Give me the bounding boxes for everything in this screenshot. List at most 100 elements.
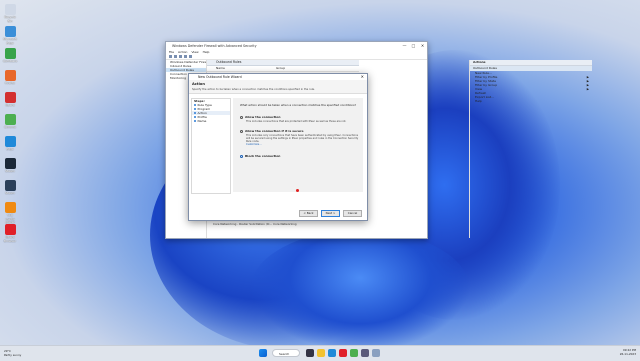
column-name[interactable]: Name bbox=[207, 66, 276, 71]
new-outbound-rule-wizard[interactable]: New Outbound Rule Wizard ✕ Action Specif… bbox=[188, 73, 368, 221]
window-titlebar[interactable]: Windows Defender Firewall with Advanced … bbox=[166, 42, 427, 49]
option-allow-secure-desc: This includes only connections that have… bbox=[246, 133, 359, 143]
app-icon bbox=[4, 26, 16, 37]
next-button[interactable]: Next > bbox=[321, 210, 340, 217]
wizard-steps: Steps: Rule Type Program Action Profile Name bbox=[191, 98, 231, 194]
minimize-button[interactable]: — bbox=[400, 42, 409, 49]
desktop-icon[interactable]: Camtasia bbox=[2, 48, 18, 64]
desktop-icon-label: Opera bbox=[5, 103, 15, 107]
desktop-icon-label: Steam bbox=[5, 169, 15, 173]
app-icon bbox=[4, 4, 16, 15]
desktop-icon[interactable]: VLC media player bbox=[2, 202, 18, 225]
menu-file[interactable]: File bbox=[169, 50, 174, 54]
firewall-taskbar-icon[interactable] bbox=[372, 349, 380, 357]
back-button[interactable]: < Back bbox=[299, 210, 318, 217]
search-box[interactable]: Search bbox=[272, 349, 300, 357]
desktop-icon-label: Opera Browser bbox=[3, 235, 17, 243]
task-view-icon[interactable] bbox=[306, 349, 314, 357]
desktop-icon[interactable]: Firefox bbox=[2, 70, 18, 86]
app-icon bbox=[4, 158, 16, 169]
menu-action[interactable]: Action bbox=[178, 50, 187, 54]
wizard-description: Specify the action to be taken when a co… bbox=[192, 88, 315, 91]
wallpaper-swirl bbox=[250, 230, 470, 350]
app-icon bbox=[4, 48, 16, 59]
action-question: What action should be taken when a conne… bbox=[240, 103, 357, 107]
actions-pane: Actions Outbound Rules New Rule... Filter… bbox=[469, 60, 592, 238]
cancel-button[interactable]: Cancel bbox=[343, 210, 362, 217]
step-bullet-icon bbox=[194, 104, 196, 106]
step-bullet-icon bbox=[194, 108, 196, 110]
close-button[interactable]: ✕ bbox=[418, 42, 427, 49]
wizard-titlebar[interactable]: New Outbound Rule Wizard ✕ bbox=[189, 74, 367, 80]
desktop-icon-label: Recycle Bin bbox=[4, 15, 16, 23]
app-icon bbox=[4, 136, 16, 147]
desktop-icon-label: Chrome bbox=[4, 125, 16, 129]
desktop-icon[interactable]: Edge bbox=[2, 136, 18, 152]
option-block[interactable]: Block the connection bbox=[240, 154, 360, 158]
radio-allow[interactable] bbox=[240, 115, 243, 119]
option-allow-secure-title: Allow the connection if it is secure bbox=[245, 129, 304, 133]
radio-block[interactable] bbox=[240, 154, 243, 158]
back-icon[interactable] bbox=[169, 55, 172, 58]
desktop-icon[interactable]: Opera Browser bbox=[2, 224, 18, 243]
option-allow-desc: This includes connections that are prote… bbox=[246, 119, 347, 123]
submenu-arrow-icon: ▶ bbox=[586, 87, 589, 91]
system-tray[interactable]: 09:22 PM 26-11-2023 bbox=[620, 348, 636, 356]
desktop-icon-label: Microsoft Edge bbox=[3, 37, 17, 45]
forward-icon[interactable] bbox=[174, 55, 177, 58]
actions-list: New Rule... Filter by Profile ▶ Filter by S… bbox=[470, 71, 592, 103]
customize-link[interactable]: Customize... bbox=[240, 143, 360, 146]
desktop-icon-label: Camtasia bbox=[2, 59, 18, 63]
search-label: Search bbox=[279, 352, 290, 356]
edge-taskbar-icon[interactable] bbox=[328, 349, 336, 357]
start-icon[interactable] bbox=[259, 349, 267, 357]
app-icon bbox=[4, 92, 16, 103]
maximize-button[interactable]: □ bbox=[409, 42, 418, 49]
chrome-taskbar-icon[interactable] bbox=[350, 349, 358, 357]
radio-allow-secure[interactable] bbox=[240, 129, 243, 133]
step-bullet-icon bbox=[194, 120, 196, 122]
taskbar: 29°C Partly sunny Search 09:22 PM 26-11-… bbox=[0, 345, 640, 361]
app-icon bbox=[4, 202, 16, 213]
desktop-icon[interactable]: Opera bbox=[2, 92, 18, 108]
option-allow[interactable]: Allow the connection This includes conne… bbox=[240, 115, 360, 123]
column-group[interactable]: Group bbox=[276, 66, 285, 71]
file-explorer-icon[interactable] bbox=[317, 349, 325, 357]
wizard-content: What action should be taken when a conne… bbox=[233, 98, 363, 192]
clock-date: 26-11-2023 bbox=[619, 352, 636, 356]
option-block-title: Block the connection bbox=[245, 154, 281, 158]
wizard-step-label: Name bbox=[197, 119, 207, 123]
action-item[interactable]: Help bbox=[470, 99, 592, 103]
wizard-buttons: < Back Next > Cancel bbox=[299, 210, 362, 217]
app-icon bbox=[4, 180, 16, 191]
wizard-title: New Outbound Rule Wizard bbox=[198, 75, 242, 79]
desktop-icon-label: Steam bbox=[5, 191, 15, 195]
opera-taskbar-icon[interactable] bbox=[339, 349, 347, 357]
desktop-icon[interactable]: Microsoft Edge bbox=[2, 26, 18, 45]
action-item-label: Help bbox=[475, 99, 482, 103]
store-taskbar-icon[interactable] bbox=[361, 349, 369, 357]
up-icon[interactable] bbox=[179, 55, 182, 58]
wizard-header: Action Specify the action to be taken wh… bbox=[189, 80, 367, 94]
properties-icon[interactable] bbox=[184, 55, 187, 58]
weather-widget[interactable]: 29°C Partly sunny bbox=[4, 349, 21, 357]
column-headers: Name Group bbox=[207, 66, 359, 72]
help-icon[interactable] bbox=[189, 55, 192, 58]
desktop-icon-label: Edge bbox=[6, 147, 14, 151]
app-icon bbox=[4, 224, 16, 235]
desktop-icon[interactable]: Chrome bbox=[2, 114, 18, 130]
wizard-step[interactable]: Name bbox=[192, 119, 230, 123]
close-icon[interactable]: ✕ bbox=[361, 74, 364, 80]
option-allow-secure[interactable]: Allow the connection if it is secure Thi… bbox=[240, 129, 360, 146]
desktop-icon[interactable]: Steam bbox=[2, 158, 18, 174]
rule-row[interactable]: Core Networking - Router Solicitation (I… bbox=[213, 221, 303, 227]
desktop-icon-label: Firefox bbox=[5, 81, 15, 85]
desktop-icon[interactable]: Steam bbox=[2, 180, 18, 196]
window-title: Windows Defender Firewall with Advanced … bbox=[172, 43, 257, 48]
desktop-icon[interactable]: Recycle Bin bbox=[2, 4, 18, 23]
mouse-cursor-highlight bbox=[296, 189, 299, 192]
steps-list: Rule Type Program Action Profile Name bbox=[192, 103, 230, 123]
menu-view[interactable]: View bbox=[191, 50, 198, 54]
menu-help[interactable]: Help bbox=[203, 50, 210, 54]
step-bullet-icon bbox=[194, 112, 196, 114]
